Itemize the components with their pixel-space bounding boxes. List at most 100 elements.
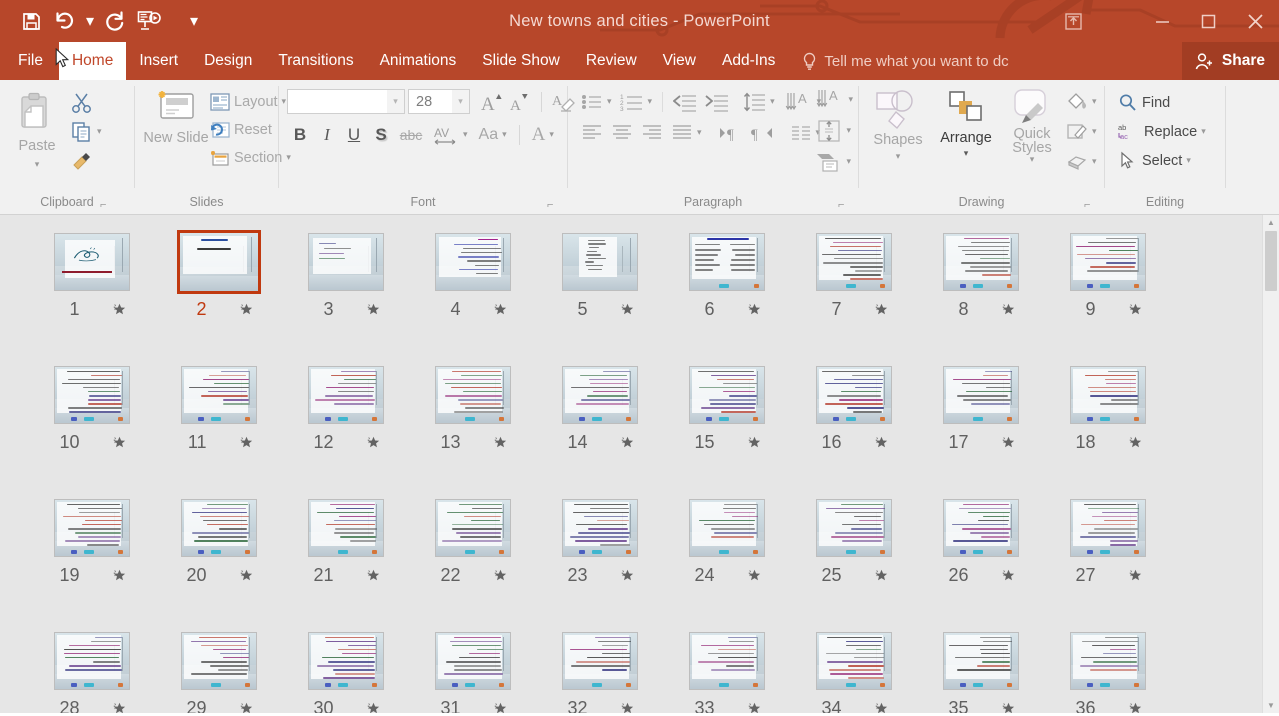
font-color-button[interactable]: A ▾ [529,121,557,148]
decrease-font-size-button[interactable]: A [506,88,534,115]
slide-thumbnail-cell[interactable]: 12 [282,366,409,499]
animation-star-icon[interactable] [111,301,128,318]
start-presentation-button[interactable] [132,6,166,36]
slide-thumbnail[interactable] [688,366,765,424]
slide-thumbnail[interactable] [815,233,892,291]
slide-thumbnail[interactable] [942,233,1019,291]
tab-design[interactable]: Design [191,42,265,80]
slide-thumbnail-cell[interactable]: 9 [1044,233,1171,366]
animation-star-icon[interactable] [1000,434,1017,451]
slide-thumbnail-cell[interactable]: 20 [155,499,282,632]
format-painter-button[interactable] [68,147,105,174]
tab-home[interactable]: Home [58,42,127,80]
slide-thumbnail[interactable] [180,499,257,557]
slide-thumbnail[interactable] [1069,632,1146,690]
bullets-button[interactable]: ▾ [578,88,615,115]
slide-thumbnail-cell[interactable]: 36 [1044,632,1171,713]
slide-thumbnail-cell[interactable]: 22 [409,499,536,632]
clipboard-dialog-launcher[interactable]: ⌐ [100,198,112,212]
undo-button[interactable] [48,6,82,36]
animation-star-icon[interactable] [238,700,255,713]
slide-thumbnail[interactable] [434,233,511,291]
slide-thumbnail-cell[interactable]: 6 [663,233,790,366]
slide-thumbnail[interactable] [180,632,257,690]
scroll-down-arrow-icon[interactable]: ▼ [1263,698,1279,713]
animation-star-icon[interactable] [238,567,255,584]
slide-thumbnail-cell[interactable]: 13 [409,366,536,499]
animation-star-icon[interactable] [1127,567,1144,584]
bullets-dropdown-icon[interactable]: ▾ [607,97,612,106]
slide-thumbnail-cell[interactable]: 32 [536,632,663,713]
slide-thumbnail[interactable] [307,366,384,424]
slide-thumbnail[interactable] [688,632,765,690]
share-button[interactable]: Share [1181,42,1279,80]
shape-effects-dropdown-icon[interactable]: ▾ [1092,157,1097,166]
slide-thumbnail[interactable] [942,499,1019,557]
ltr-button[interactable]: ¶ [715,119,745,146]
slide-thumbnail-cell[interactable]: 28 [28,632,155,713]
font-name-dropdown-icon[interactable]: ▾ [387,90,404,113]
numbering-button[interactable]: 123 ▾ [617,88,656,115]
animation-star-icon[interactable] [111,700,128,713]
vertical-align-dropdown-icon[interactable]: ▾ [846,126,851,135]
justify-dropdown-icon[interactable]: ▾ [697,128,702,137]
quick-styles-button[interactable]: Quick Styles ▾ [1003,85,1061,164]
animation-star-icon[interactable] [619,301,636,318]
justify-button[interactable]: ▾ [668,119,705,146]
align-right-button[interactable] [638,119,666,146]
arrange-dropdown-icon[interactable]: ▾ [964,149,969,158]
slide-thumbnail[interactable] [1069,499,1146,557]
ribbon-display-options-button[interactable] [1053,0,1093,42]
animation-star-icon[interactable] [1127,700,1144,713]
slide-thumbnail-cell[interactable]: 33 [663,632,790,713]
font-name-input[interactable]: ▾ [287,89,405,114]
slide-thumbnail-cell[interactable]: 29 [155,632,282,713]
redo-button[interactable] [98,6,132,36]
text-shadow-button[interactable]: S [370,121,392,148]
shape-outline-button[interactable]: ▾ [1063,118,1100,145]
animation-star-icon[interactable] [619,567,636,584]
animation-star-icon[interactable] [746,567,763,584]
slide-thumbnail[interactable] [688,233,765,291]
shape-fill-button[interactable]: ▾ [1063,88,1100,115]
slide-thumbnail[interactable] [1069,366,1146,424]
drawing-dialog-launcher[interactable]: ⌐ [1084,198,1096,212]
slide-thumbnail-cell[interactable]: 19 [28,499,155,632]
character-spacing-dropdown-icon[interactable]: ▾ [463,130,468,139]
slide-thumbnail-cell[interactable]: 21 [282,499,409,632]
slide-thumbnail[interactable] [307,233,384,291]
animation-star-icon[interactable] [873,434,890,451]
align-center-button[interactable] [608,119,636,146]
slide-thumbnail-cell[interactable]: 35 [917,632,1044,713]
arrange-button[interactable]: Arrange ▾ [931,85,1001,158]
tab-review[interactable]: Review [573,42,650,80]
customize-quick-access-button[interactable]: ▾ [186,6,202,36]
animation-star-icon[interactable] [619,434,636,451]
animation-star-icon[interactable] [746,301,763,318]
animation-star-icon[interactable] [492,567,509,584]
animation-star-icon[interactable] [1127,301,1144,318]
slide-thumbnail[interactable] [561,499,638,557]
align-text-button[interactable]: A ▾ [813,86,856,113]
animation-star-icon[interactable] [619,700,636,713]
slide-thumbnail[interactable] [561,233,638,291]
slide-thumbnail[interactable] [815,632,892,690]
select-dropdown-icon[interactable]: ▾ [1186,156,1191,165]
align-text-dropdown-icon[interactable]: ▾ [848,95,853,104]
animation-star-icon[interactable] [492,434,509,451]
tell-me-search[interactable]: Tell me what you want to dc [788,42,1009,80]
slide-thumbnail[interactable] [434,499,511,557]
smartart-dropdown-icon[interactable]: ▾ [846,157,851,166]
animation-star-icon[interactable] [111,567,128,584]
copy-dropdown-icon[interactable]: ▾ [97,127,102,136]
vertical-align-button[interactable]: ▾ [813,117,856,144]
shapes-dropdown-icon[interactable]: ▾ [896,152,901,161]
close-button[interactable] [1231,0,1279,42]
animation-star-icon[interactable] [1127,434,1144,451]
paste-button[interactable]: Paste ▾ [6,85,68,169]
font-dialog-launcher[interactable]: ⌐ [547,198,559,212]
save-button[interactable] [14,6,48,36]
decrease-indent-button[interactable] [670,88,700,115]
bold-button[interactable]: B [289,121,311,148]
slide-thumbnail-cell[interactable]: 23 [536,499,663,632]
